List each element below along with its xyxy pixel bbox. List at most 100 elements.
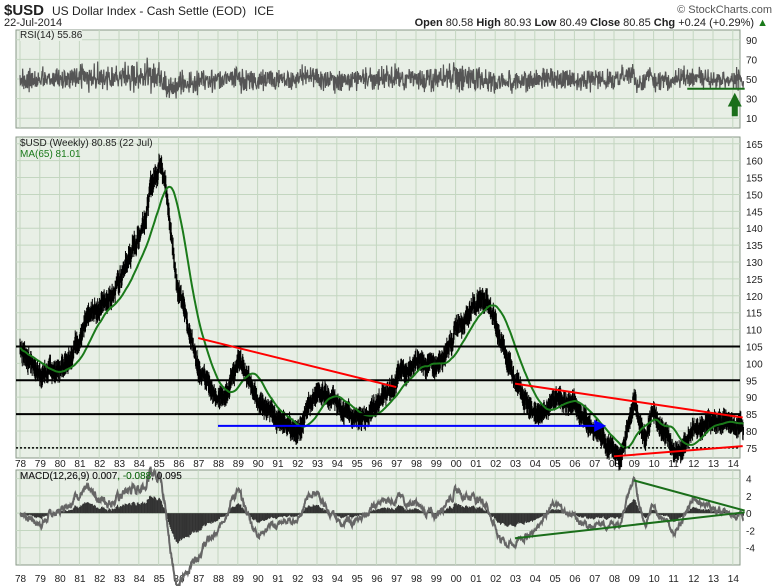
x-tick-label: 92: [292, 459, 304, 470]
x-tick-label: 10: [649, 574, 661, 585]
x-tick-label: 94: [332, 574, 344, 585]
y-tick-label: 85: [746, 410, 758, 421]
y-tick-label: 150: [746, 190, 763, 201]
x-tick-label: 12: [688, 574, 700, 585]
x-tick-label: 04: [530, 574, 542, 585]
x-tick-label: 91: [272, 459, 284, 470]
x-tick-label: 88: [213, 574, 225, 585]
x-tick-label: 83: [114, 574, 126, 585]
y-tick-label: -2: [746, 526, 755, 537]
y-tick-label: 90: [746, 36, 758, 47]
x-tick-label: 10: [649, 459, 661, 470]
x-tick-label: 11: [668, 574, 679, 585]
up-triangle-icon: ▲: [757, 17, 768, 29]
rsi-legend: RSI(14) 55.86: [20, 30, 83, 41]
x-tick-label: 82: [94, 574, 106, 585]
x-tick-label: 00: [451, 574, 463, 585]
y-tick-label: 155: [746, 174, 763, 185]
x-tick-label: 78: [15, 459, 27, 470]
y-tick-label: 100: [746, 359, 763, 370]
x-tick-label: 09: [629, 459, 641, 470]
x-tick-label: 81: [74, 459, 86, 470]
chart-image: 10 30 50 70 90 75 80 85 90 95 100 105 110 115 120 125 13…: [0, 0, 780, 586]
quote-bar: Open 80.58 High 80.93 Low 80.49 Close 80…: [415, 17, 768, 29]
low-label: Low: [534, 17, 557, 29]
y-tick-label: 165: [746, 140, 763, 151]
x-tick-label: 96: [371, 574, 383, 585]
x-tick-label: 01: [470, 459, 482, 470]
close-label: Close: [590, 17, 621, 29]
x-tick-label: 89: [233, 574, 245, 585]
low-value: 80.49: [559, 17, 588, 29]
x-tick-label: 07: [589, 574, 601, 585]
x-tick-label: 95: [352, 574, 364, 585]
macd-legend: MACD(12,26,9) 0.007, -0.088, 0.095: [20, 471, 182, 482]
x-tick-label: 99: [431, 574, 443, 585]
x-tick-label: 07: [589, 459, 601, 470]
x-tick-label: 80: [55, 574, 67, 585]
x-tick-label: 14: [728, 459, 740, 470]
x-tick-label: 84: [134, 459, 146, 470]
x-tick-label: 88: [213, 459, 225, 470]
y-tick-label: 160: [746, 157, 763, 168]
x-tick-label: 06: [569, 459, 581, 470]
x-tick-label: 95: [352, 459, 364, 470]
x-tick-label: 80: [55, 459, 67, 470]
x-tick-label: 90: [253, 459, 265, 470]
x-tick-label: 93: [312, 574, 324, 585]
open-label: Open: [414, 17, 443, 29]
date: 22-Jul-2014: [4, 17, 63, 29]
x-tick-label: 08: [609, 574, 621, 585]
hist-value: , 0.095: [151, 471, 182, 482]
x-tick-label: 14: [728, 574, 740, 585]
x-tick-label: 79: [35, 574, 47, 585]
x-tick-label: 97: [391, 574, 403, 585]
x-tick-label: 87: [193, 574, 205, 585]
y-tick-label: 80: [746, 427, 758, 438]
y-tick-label: 120: [746, 292, 763, 303]
y-tick-label: 105: [746, 342, 763, 353]
y-tick-label: 10: [746, 114, 758, 125]
x-tick-label: 89: [233, 459, 245, 470]
x-tick-label: 06: [569, 574, 581, 585]
price-legend: $USD (Weekly) 80.85 (22 Jul): [20, 138, 153, 149]
chg-value: +0.24 (+0.29%): [678, 17, 755, 29]
x-tick-label: 82: [94, 459, 106, 470]
y-tick-label: -4: [746, 544, 755, 555]
open-value: 80.58: [445, 17, 474, 29]
y-tick-label: 30: [746, 95, 758, 106]
high-value: 80.93: [503, 17, 532, 29]
y-tick-label: 50: [746, 75, 758, 86]
y-tick-label: 110: [746, 326, 762, 337]
x-tick-label: 87: [193, 459, 205, 470]
x-tick-label: 12: [688, 459, 700, 470]
ma-legend: MA(65) 81.01: [20, 149, 81, 160]
x-tick-label: 85: [154, 459, 166, 470]
x-tick-label: 05: [550, 459, 562, 470]
x-tick-label: 79: [35, 459, 47, 470]
y-tick-label: 125: [746, 275, 763, 286]
x-tick-label: 83: [114, 459, 126, 470]
x-tick-label: 01: [470, 574, 482, 585]
y-tick-label: 90: [746, 393, 758, 404]
y-tick-label: 4: [746, 475, 752, 486]
x-tick-label: 92: [292, 574, 304, 585]
exchange: ICE: [254, 4, 275, 18]
x-tick-label: 90: [253, 574, 265, 585]
x-tick-label: 94: [332, 459, 344, 470]
y-tick-label: 75: [746, 444, 758, 455]
y-tick-label: 140: [746, 224, 763, 235]
y-tick-label: 130: [746, 258, 763, 269]
copyright: © StockCharts.com: [677, 4, 772, 16]
x-tick-label: 00: [451, 459, 463, 470]
y-tick-label: 135: [746, 241, 763, 252]
x-tick-label: 05: [550, 574, 562, 585]
signal-value: , -0.088: [117, 471, 152, 482]
close-value: 80.85: [623, 17, 651, 29]
x-tick-label: 02: [490, 574, 502, 585]
x-tick-label: 99: [431, 459, 443, 470]
x-tick-label: 03: [510, 574, 522, 585]
chg-label: Chg: [653, 17, 676, 29]
x-tick-label: 02: [490, 459, 502, 470]
x-tick-label: 96: [371, 459, 383, 470]
